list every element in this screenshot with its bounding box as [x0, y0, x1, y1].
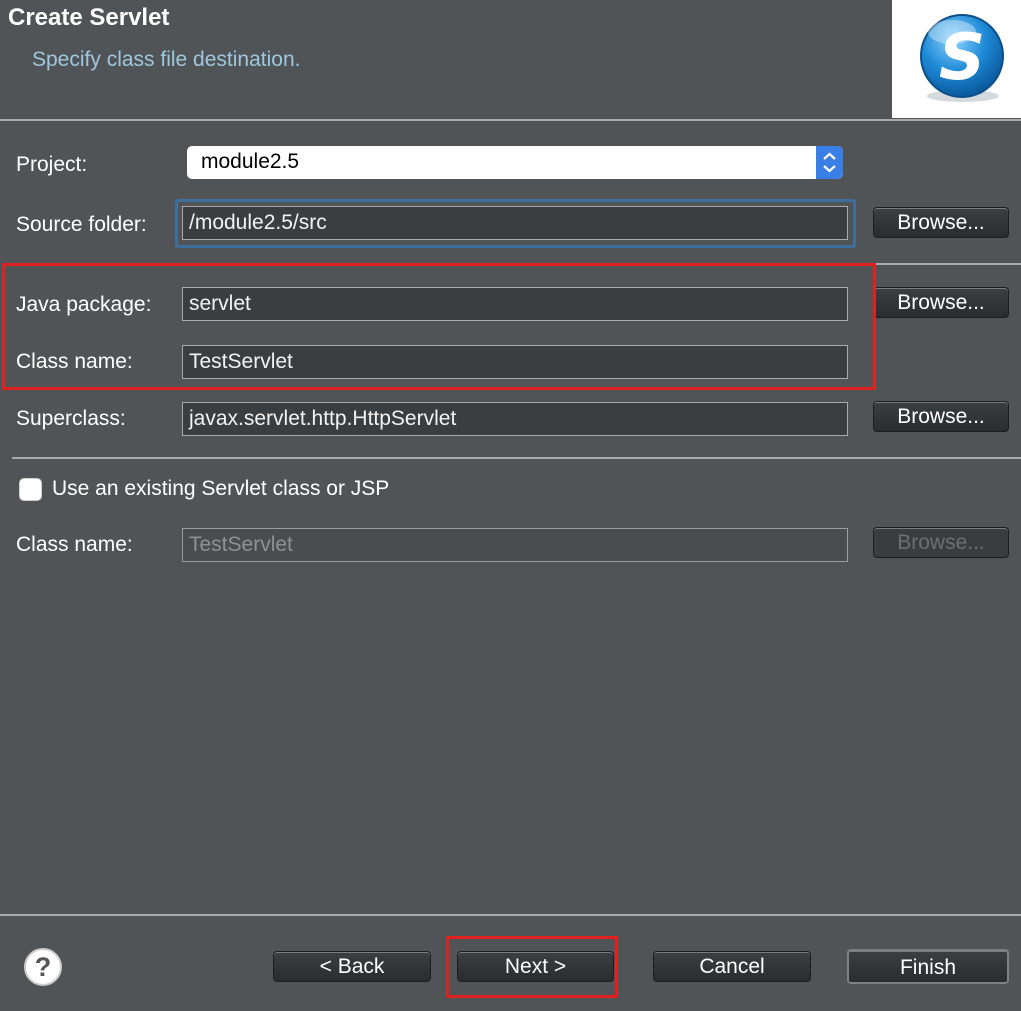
- superclass-browse-button[interactable]: Browse...: [873, 401, 1009, 432]
- source-folder-label: Source folder:: [16, 213, 147, 236]
- existing-class-browse-button[interactable]: Browse...: [873, 527, 1009, 558]
- header-separator: [0, 119, 1021, 121]
- logo-letter: S: [939, 21, 985, 95]
- existing-class-name-input[interactable]: TestServlet: [182, 528, 848, 562]
- section-separator-2: [12, 457, 1021, 459]
- package-class-highlight: [2, 263, 876, 390]
- use-existing-label: Use an existing Servlet class or JSP: [52, 477, 390, 500]
- existing-class-name-label: Class name:: [16, 533, 133, 556]
- use-existing-checkbox[interactable]: [19, 478, 42, 501]
- project-select-value: module2.5: [201, 150, 300, 173]
- project-select[interactable]: module2.5: [187, 146, 843, 179]
- dialog-subtitle: Specify class file destination.: [32, 48, 301, 71]
- dialog-title: Create Servlet: [8, 4, 170, 31]
- footer-separator: [0, 914, 1021, 916]
- java-package-browse-button[interactable]: Browse...: [873, 287, 1009, 318]
- cancel-button[interactable]: Cancel: [653, 951, 811, 982]
- finish-button[interactable]: Finish: [847, 949, 1009, 984]
- superclass-input[interactable]: javax.servlet.http.HttpServlet: [182, 402, 848, 436]
- source-folder-input[interactable]: /module2.5/src: [182, 206, 848, 240]
- select-arrows-icon: [816, 146, 843, 179]
- back-button[interactable]: < Back: [273, 951, 431, 982]
- superclass-label: Superclass:: [16, 407, 126, 430]
- help-icon[interactable]: ?: [24, 948, 62, 986]
- wizard-banner: S: [892, 0, 1021, 118]
- source-folder-browse-button[interactable]: Browse...: [873, 207, 1009, 238]
- next-button-highlight: [446, 936, 618, 998]
- servlet-wizard-logo-icon: S: [920, 14, 1004, 102]
- project-label: Project:: [16, 153, 88, 176]
